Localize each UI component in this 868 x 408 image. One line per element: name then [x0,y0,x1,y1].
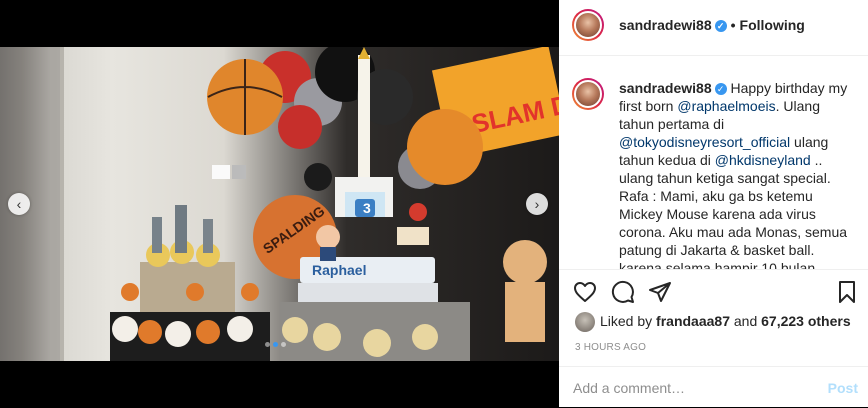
cake-name: Raphael [312,262,366,278]
post-media: SLAM D SPALDING 3 Raphael ‹ › [0,0,559,407]
likes-prefix: Liked by [600,313,657,329]
carousel-dot [281,342,286,347]
caption-avatar[interactable] [572,78,604,110]
verified-badge-icon: ✓ [714,20,727,33]
caption-text: sandradewi88 ✓ Happy birthday my first bo… [619,79,851,270]
likes-text: Liked by frandaaa87 and 67,223 others [600,313,851,329]
heart-icon[interactable] [573,280,597,304]
carousel-dot [265,342,270,347]
caption-username[interactable]: sandradewi88 [619,80,712,96]
bookmark-icon[interactable] [835,280,859,304]
mention-link[interactable]: @hkdisneyland [715,152,811,168]
author-avatar[interactable] [572,9,604,41]
author-line: sandradewi88 ✓ • Following [619,17,805,33]
author-username[interactable]: sandradewi88 [619,17,712,33]
likes-middle: and [729,313,762,329]
following-button[interactable]: Following [740,17,805,33]
post-header: sandradewi88 ✓ • Following [559,0,868,56]
mention-link[interactable]: @tokyodisneyresort_official [619,134,790,150]
comment-bar: Add a comment… Post [559,366,868,408]
cake-number: 3 [363,200,371,216]
comment-input[interactable]: Add a comment… [573,380,685,396]
previous-photo-button[interactable]: ‹ [8,193,30,215]
caption-part: .. ulang tahun ketiga sangat special. Ra… [619,152,848,270]
verified-badge-icon: ✓ [714,83,727,96]
carousel-dot-active [273,342,278,347]
mention-link[interactable]: @raphaelmoeis [677,98,775,114]
action-bar [559,270,868,314]
liker-username[interactable]: frandaaa87 [656,313,730,329]
post-sidebar: sandradewi88 ✓ • Following sandradewi88 ✓ Ha… [559,0,868,407]
next-photo-button[interactable]: › [526,193,548,215]
post-photo[interactable]: SLAM D SPALDING 3 Raphael [0,47,559,361]
birthday-cake-photo: SLAM D SPALDING 3 Raphael [0,47,559,361]
comment-icon[interactable] [611,280,635,304]
likes-count[interactable]: 67,223 others [761,313,851,329]
post-comment-button[interactable]: Post [828,380,858,396]
separator-dot: • [730,17,736,33]
share-icon[interactable] [648,280,672,304]
liker-avatar[interactable] [575,312,595,332]
caption-area: sandradewi88 ✓ Happy birthday my first bo… [559,56,868,270]
post-timestamp[interactable]: 3 HOURS AGO [575,342,646,353]
carousel-indicator [265,342,286,347]
